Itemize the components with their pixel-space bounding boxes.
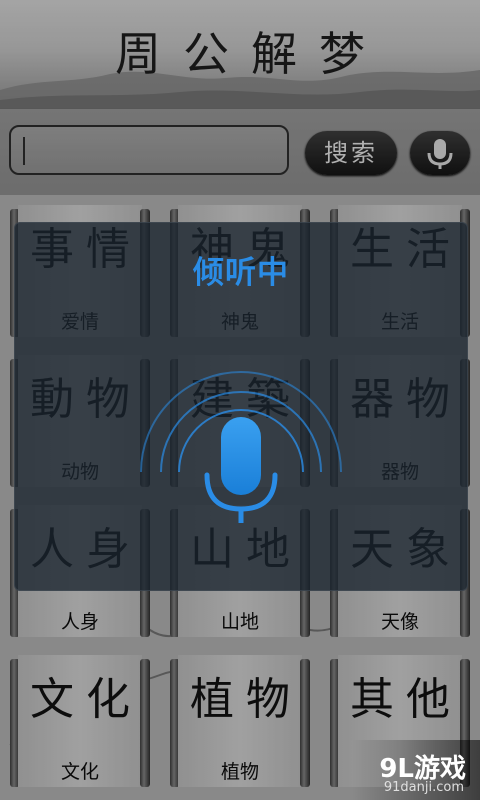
watermark-url: 91danji.com [383, 780, 464, 795]
voice-listening-dialog: 倾听中 [14, 222, 468, 591]
dialog-title: 倾听中 [193, 255, 289, 291]
microphone-icon [204, 417, 278, 523]
